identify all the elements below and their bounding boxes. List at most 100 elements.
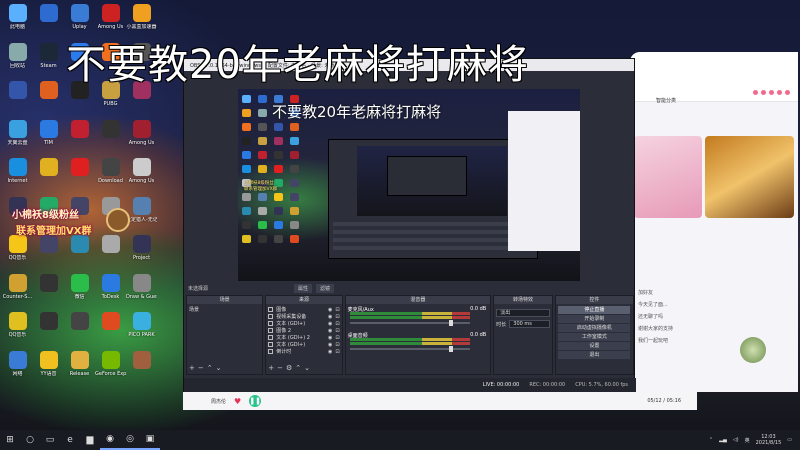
edge-icon[interactable]: e: [60, 430, 80, 450]
lock-icon[interactable]: ⊡: [335, 307, 339, 313]
duration-input[interactable]: 300 ms: [509, 320, 550, 328]
lock-icon[interactable]: ⊡: [335, 349, 339, 355]
source-item[interactable]: 文本 (GDI+) 2 ◉ ⊡: [268, 334, 340, 341]
desktop-icon[interactable]: Among Us: [126, 156, 157, 195]
chat-message[interactable]: 加好友: [638, 287, 788, 299]
lock-icon[interactable]: ⊡: [335, 321, 339, 327]
heart-icon[interactable]: ♥: [234, 397, 241, 406]
desktop-icon[interactable]: Counter-S...: [2, 272, 33, 311]
source-item[interactable]: 图像 2 ◉ ⊡: [268, 327, 340, 334]
nested-icon: [242, 123, 251, 131]
eye-icon[interactable]: ◉: [328, 335, 332, 341]
desktop-icon[interactable]: ToDesk: [95, 272, 126, 311]
nested-icon: [242, 95, 251, 103]
desktop-icon[interactable]: [2, 79, 33, 118]
eye-icon[interactable]: ◉: [328, 321, 332, 327]
desktop-icon[interactable]: [33, 310, 64, 349]
source-item[interactable]: 图像 ◉ ⊡: [268, 306, 340, 313]
source-item[interactable]: 视频采集设备 ◉ ⊡: [268, 313, 340, 320]
ime-icon[interactable]: 英: [745, 437, 750, 444]
volume-slider[interactable]: [349, 346, 471, 352]
desktop-icon[interactable]: 网络: [2, 349, 33, 388]
source-item[interactable]: 文本 (GDI+) ◉ ⊡: [268, 320, 340, 327]
chat-message[interactable]: 今天见了面...: [638, 299, 788, 311]
obs-preview[interactable]: 小棉袄8级粉丝 联系管理加VX群 不要教20年老麻将打麻将: [238, 89, 580, 281]
desktop-icon[interactable]: 回收站: [2, 41, 33, 80]
desktop-icon[interactable]: [64, 156, 95, 195]
chat-message[interactable]: 我们一起玩吧: [638, 335, 788, 347]
desktop-icon[interactable]: [126, 349, 157, 388]
desktop-icon[interactable]: Internet: [2, 156, 33, 195]
desktop-icon[interactable]: 微信: [64, 272, 95, 311]
volume-icon[interactable]: ◁): [733, 437, 739, 443]
desktop-icon[interactable]: [33, 272, 64, 311]
control-button[interactable]: 工作室模式: [558, 333, 631, 341]
desktop-icon[interactable]: Steam: [33, 41, 64, 80]
desktop-icon[interactable]: [33, 156, 64, 195]
scene-item[interactable]: 场景: [189, 306, 260, 313]
control-button[interactable]: 停止直播: [558, 306, 631, 314]
taskbar-clock[interactable]: 12:03 2021/8/15: [756, 434, 782, 446]
lock-icon[interactable]: ⊡: [335, 314, 339, 320]
app-icon[interactable]: ▣: [140, 430, 160, 450]
desktop-icon[interactable]: Download: [95, 156, 126, 195]
volume-slider[interactable]: [349, 320, 471, 326]
task-view-icon[interactable]: ▭: [40, 430, 60, 450]
cpu-fps: CPU: 5.7%, 60.00 fps: [575, 382, 628, 388]
search-icon[interactable]: ○: [20, 430, 40, 450]
source-item[interactable]: 倒计时 ◉ ⊡: [268, 348, 340, 355]
geforce-icon: [101, 350, 120, 369]
desktop-icon[interactable]: Draw & Guess: [126, 272, 157, 311]
chat-message[interactable]: 还无聊了吗: [638, 311, 788, 323]
eye-icon[interactable]: ◉: [328, 342, 332, 348]
desktop-icon[interactable]: [64, 310, 95, 349]
desktop-icon[interactable]: 此电脑: [2, 2, 33, 41]
obs-icon[interactable]: ◎: [120, 430, 140, 450]
control-button[interactable]: 开始录制: [558, 315, 631, 323]
scenes-toolbar[interactable]: +−⌃⌄: [189, 364, 224, 372]
lock-icon[interactable]: ⊡: [335, 342, 339, 348]
desktop-icon[interactable]: QQ音乐: [2, 310, 33, 349]
file-explorer-icon[interactable]: ▆: [80, 430, 100, 450]
desktop-icon[interactable]: Release: [64, 349, 95, 388]
play-icon[interactable]: ❚❚: [249, 395, 262, 407]
control-button[interactable]: 启动虚拟摄像机: [558, 324, 631, 332]
desktop-icon[interactable]: GeForce Experience: [95, 349, 126, 388]
notification-icon[interactable]: ▭: [787, 437, 792, 443]
control-button[interactable]: 退出: [558, 351, 631, 359]
desktop-icon[interactable]: TIM: [33, 118, 64, 157]
desktop-icon[interactable]: Among Us: [126, 118, 157, 157]
desktop-icon[interactable]: [64, 118, 95, 157]
desktop-icon[interactable]: PICO PARK: [126, 310, 157, 349]
desktop-icon[interactable]: [95, 118, 126, 157]
sources-toolbar[interactable]: +−⚙⌃⌄: [268, 364, 313, 372]
desktop-icon-label: Project: [132, 255, 151, 261]
eye-icon[interactable]: ◉: [328, 314, 332, 320]
source-item[interactable]: 文本 (GDI+) ◉ ⊡: [268, 341, 340, 348]
desktop-icon[interactable]: [33, 79, 64, 118]
chat-category-label[interactable]: 智能分类: [656, 97, 676, 104]
lock-icon[interactable]: ⊡: [335, 335, 339, 341]
desktop-icon[interactable]: YY语音: [33, 349, 64, 388]
avatar[interactable]: [740, 337, 766, 363]
properties-button[interactable]: 属性: [294, 284, 313, 293]
lock-icon[interactable]: ⊡: [335, 328, 339, 334]
windows-start-icon[interactable]: ⊞: [0, 430, 20, 450]
eye-icon[interactable]: ◉: [328, 349, 332, 355]
chat-image-2[interactable]: [705, 136, 794, 218]
chevron-up-icon[interactable]: ⌃: [709, 437, 713, 443]
wechat-icon[interactable]: ◉: [100, 430, 120, 450]
chat-window[interactable]: 智能分类 加好友 今天见了面... 还无聊了吗 谢谢大家的支持 我们一起玩吧: [630, 52, 798, 392]
transition-type-select[interactable]: 淡出: [496, 309, 550, 317]
eye-icon[interactable]: ◉: [328, 328, 332, 334]
filters-button[interactable]: 滤镜: [316, 284, 335, 293]
desktop-icon[interactable]: [95, 310, 126, 349]
network-icon[interactable]: ▂▄: [719, 437, 727, 443]
desktop-icon[interactable]: [33, 2, 64, 41]
chat-message[interactable]: 谢谢大家的支持: [638, 323, 788, 335]
eye-icon[interactable]: ◉: [328, 307, 332, 313]
chat-image-1[interactable]: [634, 136, 703, 218]
control-button[interactable]: 设置: [558, 342, 631, 350]
desktop-icon[interactable]: 天翼云盘: [2, 118, 33, 157]
obs-window[interactable]: OBS 27.0.1 (64-bit, windows) - 配置文件: 未命名…: [183, 58, 636, 393]
